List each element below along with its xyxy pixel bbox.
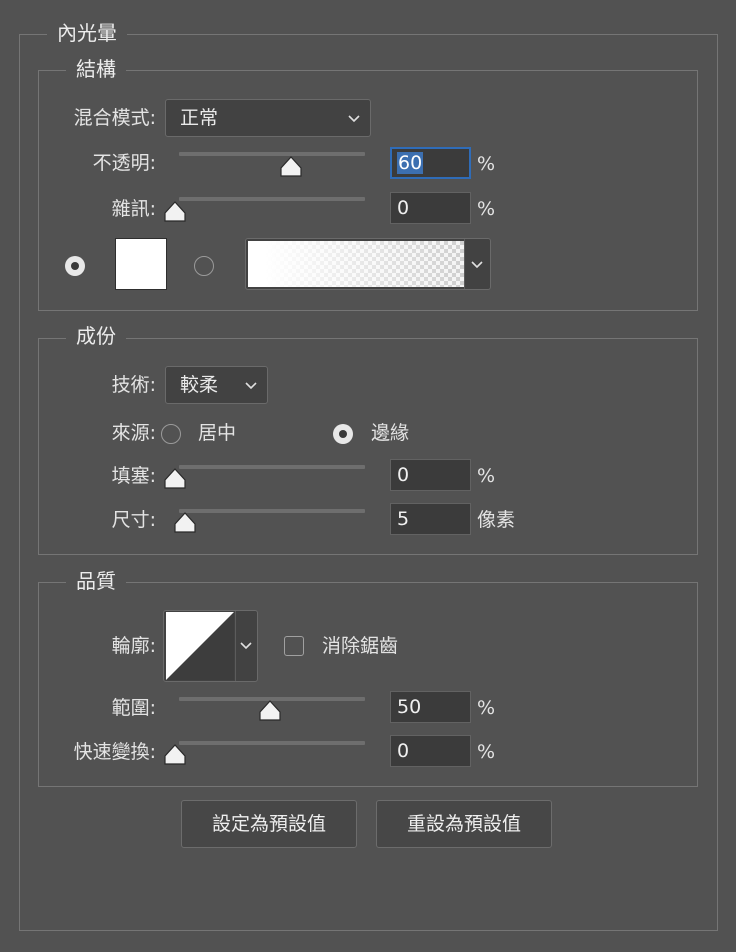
size-unit: 像素: [477, 509, 516, 531]
slider-thumb-icon[interactable]: [173, 512, 197, 534]
slider-thumb-icon[interactable]: [163, 744, 187, 766]
range-label: 範圍:: [111, 697, 156, 719]
anti-alias-label[interactable]: 消除鋸齒: [322, 634, 398, 658]
contour-picker[interactable]: [163, 610, 258, 682]
jitter-value: 0: [397, 740, 410, 762]
size-slider-track[interactable]: [179, 509, 365, 513]
slider-thumb-icon[interactable]: [279, 156, 303, 178]
choke-input[interactable]: 0: [390, 459, 471, 491]
jitter-slider-track[interactable]: [179, 741, 365, 745]
source-center-label[interactable]: 居中: [198, 421, 236, 445]
reset-default-button[interactable]: 重設為預設值: [376, 800, 552, 848]
elements-title: 成份: [66, 324, 126, 348]
slider-thumb-icon[interactable]: [163, 468, 187, 490]
opacity-slider-track[interactable]: [179, 152, 365, 156]
contour-label: 輪廓:: [111, 635, 156, 657]
noise-slider-track[interactable]: [179, 197, 365, 201]
chevron-down-icon: [471, 261, 483, 269]
blend-mode-label: 混合模式:: [73, 107, 156, 129]
gradient-fill-radio[interactable]: [194, 256, 214, 276]
opacity-label: 不透明:: [92, 152, 156, 174]
range-unit: %: [477, 697, 496, 719]
color-fill-radio[interactable]: [65, 256, 85, 276]
quality-title: 品質: [66, 569, 126, 593]
range-input[interactable]: 50: [390, 691, 471, 723]
opacity-value: 60: [397, 152, 424, 174]
chevron-down-icon: [240, 642, 252, 650]
chevron-down-icon: [348, 115, 360, 123]
source-edge-radio[interactable]: [333, 424, 353, 444]
size-input[interactable]: 5: [390, 503, 471, 535]
source-edge-label[interactable]: 邊緣: [371, 421, 409, 445]
blend-mode-value: 正常: [180, 107, 219, 129]
slider-thumb-icon[interactable]: [163, 201, 187, 223]
gradient-preview: [248, 241, 464, 287]
noise-label: 雜訊:: [111, 198, 156, 220]
anti-alias-checkbox[interactable]: [284, 636, 304, 656]
source-center-radio[interactable]: [161, 424, 181, 444]
chevron-down-icon: [245, 382, 257, 390]
jitter-input[interactable]: 0: [390, 735, 471, 767]
jitter-unit: %: [477, 741, 496, 763]
panel-title: 內光暈: [47, 21, 127, 45]
choke-slider-track[interactable]: [179, 465, 365, 469]
make-default-button[interactable]: 設定為預設值: [181, 800, 357, 848]
choke-unit: %: [477, 465, 496, 487]
jitter-label: 快速變換:: [73, 741, 156, 763]
slider-thumb-icon[interactable]: [258, 700, 282, 722]
choke-value: 0: [397, 464, 410, 486]
blend-mode-select[interactable]: 正常: [165, 99, 371, 137]
color-swatch[interactable]: [115, 238, 167, 290]
technique-value: 較柔: [180, 374, 219, 396]
range-value: 50: [397, 696, 422, 718]
structure-title: 結構: [66, 57, 126, 81]
technique-label: 技術:: [111, 374, 156, 396]
noise-input[interactable]: 0: [390, 192, 471, 224]
opacity-unit: %: [477, 153, 496, 175]
noise-value: 0: [397, 197, 410, 219]
contour-preview-icon: [166, 612, 234, 680]
gradient-picker[interactable]: [245, 238, 491, 290]
choke-label: 填塞:: [111, 465, 156, 487]
noise-unit: %: [477, 198, 496, 220]
source-label: 來源:: [111, 422, 156, 444]
size-label: 尺寸:: [111, 509, 156, 531]
opacity-input[interactable]: 60: [390, 147, 471, 179]
technique-select[interactable]: 較柔: [165, 366, 268, 404]
size-value: 5: [397, 508, 410, 530]
